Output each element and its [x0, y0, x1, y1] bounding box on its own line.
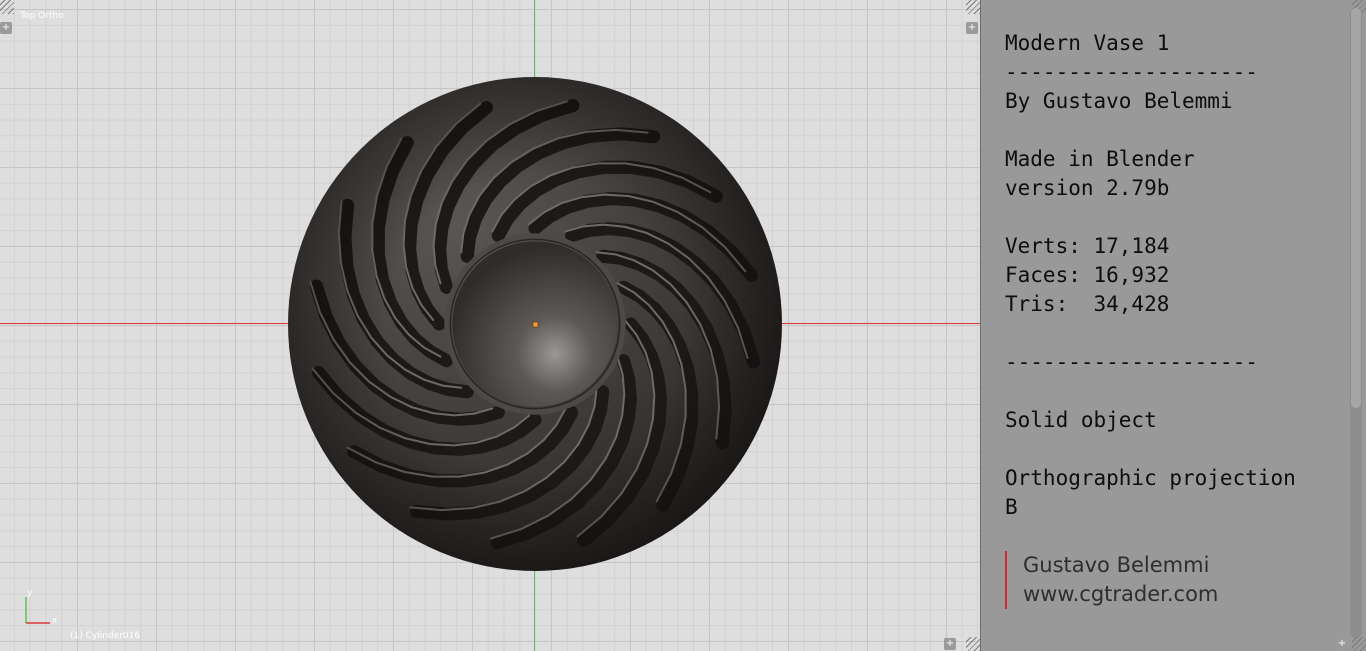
text-line: Modern Vase 1 [1005, 31, 1170, 55]
signature-name: Gustavo Belemmi [1023, 553, 1210, 577]
view-name-label: Top Ortho [20, 11, 64, 21]
text-line: Faces: 16,932 [1005, 263, 1170, 287]
signature-block: Gustavo Belemmi www.cgtrader.com [1005, 551, 1218, 609]
gizmo-y-label: y [27, 588, 33, 598]
area-split-handle-icon[interactable] [966, 0, 980, 14]
axis-gizmo: y x [25, 588, 58, 626]
text-line: -------------------- [1005, 60, 1258, 84]
text-line: By Gustavo Belemmi [1005, 89, 1233, 113]
viewport-properties-toggle-icon[interactable]: + [966, 22, 978, 34]
area-split-handle-icon[interactable] [0, 0, 14, 14]
text-line: version 2.79b [1005, 176, 1170, 200]
text-scrollbar[interactable] [1350, 8, 1362, 638]
text-line: Solid object [1005, 408, 1157, 432]
signature-website: www.cgtrader.com [1023, 582, 1219, 606]
text-editor-panel[interactable]: Modern Vase 1 -------------------- By Gu… [980, 0, 1366, 651]
text-editor-properties-toggle-icon[interactable]: + [1336, 638, 1348, 650]
text-line: Verts: 17,184 [1005, 234, 1170, 258]
active-object-label: (1) Cylinder016 [70, 631, 141, 641]
viewport-toolshelf-toggle-icon[interactable]: + [944, 638, 956, 650]
text-line: -------------------- [1005, 350, 1258, 374]
text-line: B [1005, 495, 1018, 519]
3d-viewport[interactable]: Top Ortho + + + y x (1) Cylinder016 [0, 0, 980, 651]
vase-model[interactable] [283, 72, 787, 576]
area-split-handle-icon[interactable] [966, 637, 980, 651]
origin-point-icon [532, 321, 539, 328]
viewport-expand-icon[interactable]: + [0, 22, 12, 34]
scrollbar-thumb[interactable] [1351, 8, 1361, 408]
text-editor-content[interactable]: Modern Vase 1 -------------------- By Gu… [1005, 29, 1296, 522]
area-split-handle-icon[interactable] [1352, 637, 1366, 651]
text-line: Made in Blender [1005, 147, 1195, 171]
text-line: Orthographic projection [1005, 466, 1296, 490]
text-line: Tris: 34,428 [1005, 292, 1170, 316]
gizmo-x-label: x [52, 616, 58, 626]
